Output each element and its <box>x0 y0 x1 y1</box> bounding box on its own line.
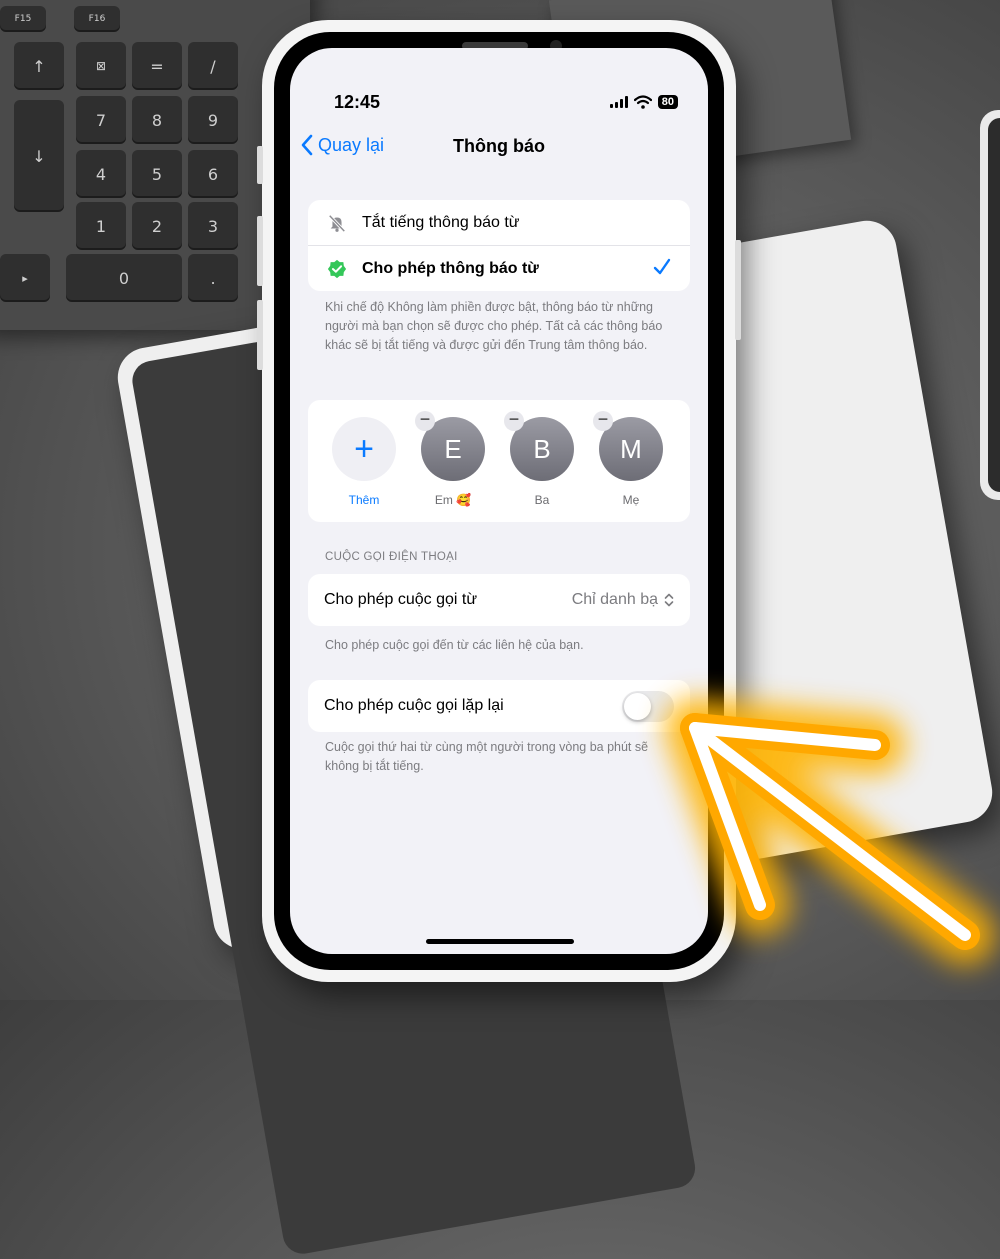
home-indicator[interactable] <box>426 939 574 944</box>
allow-calls-label: Cho phép cuộc gọi từ <box>324 591 478 608</box>
remove-contact-icon[interactable]: − <box>593 410 613 431</box>
keyboard-key: 6 <box>188 150 238 198</box>
avatar-initial: M <box>620 433 642 464</box>
keyboard-key: F15 <box>0 6 46 32</box>
keyboard-key: F16 <box>74 6 120 32</box>
avatar: − B <box>504 410 574 481</box>
allow-calls-select[interactable]: Chỉ danh bạ <box>572 591 674 609</box>
notify-options-group: Tắt tiếng thông báo từ Cho phép thông bá… <box>308 200 690 291</box>
notify-footnote: Khi chế độ Không làm phiền được bật, thô… <box>325 300 663 352</box>
people-group: + Thêm − E Em 🥰 − B Ba − M Mẹ <box>308 400 690 522</box>
contact-name: Ba <box>534 493 550 507</box>
keyboard-key: 8 <box>132 96 182 144</box>
option-allow-notifications[interactable]: Cho phép thông báo từ <box>308 245 690 291</box>
chevron-up-down-icon <box>664 593 674 607</box>
avatar: − E <box>415 410 485 481</box>
calls-section-header: CUỘC GỌI ĐIỆN THOẠI <box>325 551 458 563</box>
keyboard-key: 3 <box>188 202 238 250</box>
phone-volume-up <box>257 216 263 286</box>
contact-ba[interactable]: − B Ba <box>504 410 574 507</box>
bell-slash-icon <box>326 212 348 234</box>
keyboard-key: ↑ <box>14 42 64 90</box>
contact-name: Mẹ <box>622 493 640 507</box>
background-phone <box>980 110 1000 500</box>
phone-mute-switch <box>257 146 263 184</box>
allow-calls-group: Cho phép cuộc gọi từ Chỉ danh bạ <box>308 574 690 626</box>
plus-icon: + <box>332 417 396 481</box>
avatar-initial: B <box>533 433 551 464</box>
contact-me[interactable]: − M Mẹ <box>593 410 663 507</box>
keyboard-key: ⊠ <box>76 42 126 90</box>
remove-contact-icon[interactable]: − <box>415 410 435 431</box>
keyboard-key: 5 <box>132 150 182 198</box>
checkmark-shield-icon <box>326 258 348 280</box>
phone-screen: 12:45 80 Quay lại Thông báo Tắt tiếng th… <box>290 48 708 954</box>
keyboard-key: 4 <box>76 150 126 198</box>
checkmark-icon <box>653 258 671 275</box>
option-silence-notifications[interactable]: Tắt tiếng thông báo từ <box>308 200 690 245</box>
keyboard-key: 2 <box>132 202 182 250</box>
repeat-calls-toggle[interactable] <box>622 690 674 722</box>
keyboard-key: 1 <box>76 202 126 250</box>
status-indicators: 80 <box>609 95 678 109</box>
toggle-knob <box>624 692 651 720</box>
wifi-icon <box>633 95 652 109</box>
keyboard-key: 7 <box>76 96 126 144</box>
allow-calls-footnote: Cho phép cuộc gọi đến từ các liên hệ của… <box>325 638 584 652</box>
repeat-calls-label: Cho phép cuộc gọi lặp lại <box>324 697 504 714</box>
keyboard-key: ↓ <box>14 100 64 212</box>
repeat-calls-group: Cho phép cuộc gọi lặp lại <box>308 680 690 732</box>
remove-contact-icon[interactable]: − <box>504 410 524 431</box>
repeat-calls-footnote: Cuộc gọi thứ hai từ cùng một người trong… <box>325 740 649 773</box>
add-person-label: Thêm <box>348 493 380 507</box>
phone-power-button <box>735 240 741 340</box>
keyboard-key: . <box>188 254 238 302</box>
contact-name: Em 🥰 <box>434 493 472 507</box>
option-label: Cho phép thông báo từ <box>362 259 539 277</box>
avatar-initial: E <box>444 433 462 464</box>
keyboard-key: 0 <box>66 254 182 302</box>
allow-calls-row[interactable]: Cho phép cuộc gọi từ Chỉ danh bạ <box>308 574 690 626</box>
phone-frame: 12:45 80 Quay lại Thông báo Tắt tiếng th… <box>257 20 741 982</box>
page-title: Thông báo <box>453 136 545 156</box>
keyboard-key: = <box>132 42 182 90</box>
battery-icon: 80 <box>657 95 678 109</box>
phone-volume-down <box>257 300 263 370</box>
cellular-signal-icon <box>609 96 628 108</box>
avatar: − M <box>593 410 663 481</box>
option-label: Tắt tiếng thông báo từ <box>362 213 520 231</box>
keyboard-key: 9 <box>188 96 238 144</box>
background-phone-screen <box>988 118 1000 492</box>
repeat-calls-row: Cho phép cuộc gọi lặp lại <box>308 680 690 732</box>
add-person-button[interactable]: + Thêm <box>332 417 396 507</box>
keyboard-key: ▸ <box>0 254 50 302</box>
allow-calls-value: Chỉ danh bạ <box>571 591 658 608</box>
status-time: 12:45 <box>334 92 381 112</box>
keyboard-key: / <box>188 42 238 90</box>
contact-em[interactable]: − E Em 🥰 <box>415 410 485 507</box>
